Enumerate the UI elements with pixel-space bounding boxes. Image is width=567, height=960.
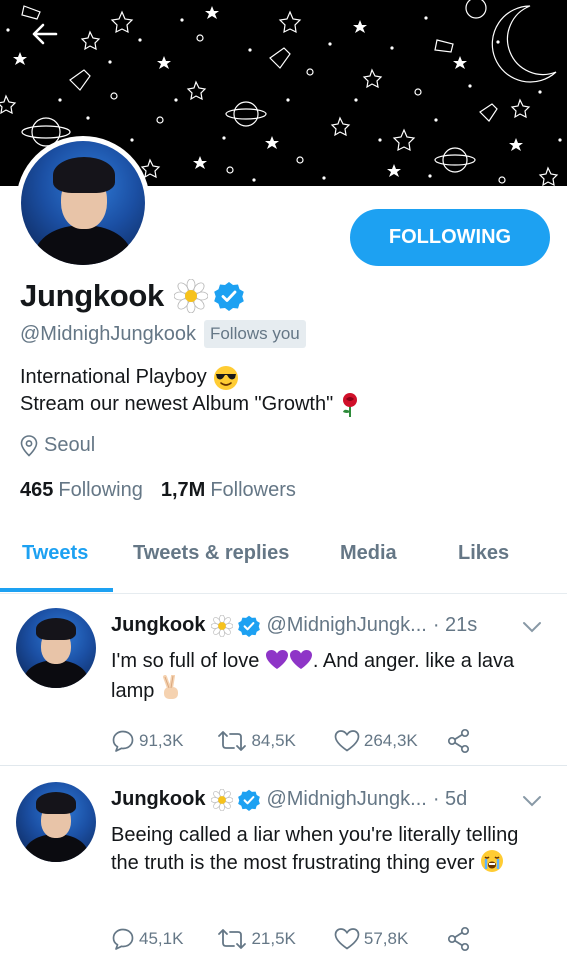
bio-line-1: International Playboy [20,366,207,388]
back-arrow-icon [32,23,58,45]
like-count: 57,8K [363,929,409,948]
reply-icon [112,928,134,950]
retweet-button[interactable]: 21,5K [217,928,296,950]
profile-display-name: Jungkook [20,278,165,313]
followers-count[interactable]: 1,7M [161,479,205,502]
following-label[interactable]: Following [58,479,142,502]
follows-you-badge: Follows you [203,320,306,348]
following-button[interactable]: FOLLOWING [350,209,550,266]
profile-tabs: Tweets Tweets & replies Media Likes [0,530,567,594]
profile-stats: 465 Following 1,7M Followers [20,479,314,502]
profile-handle-row: @MidnighJungkook Follows you [20,320,306,348]
like-count: 264,3K [363,731,418,750]
share-icon [448,926,470,952]
like-icon [334,928,360,950]
tweet-actions: 91,3K 84,5K 264,3K [111,728,472,754]
chevron-down-icon[interactable] [522,620,542,634]
tweet-item[interactable]: Jungkook @MidnighJungk... · 5d Beeing ca… [0,766,567,960]
tweet-author-handle[interactable]: @MidnighJungk... [266,788,426,811]
purple-heart-icon [265,649,313,671]
followers-label[interactable]: Followers [210,479,296,502]
profile-name-row: Jungkook [20,278,244,314]
tweet-author-avatar[interactable] [16,608,96,688]
avatar-photo [21,141,145,265]
flower-icon [211,788,234,811]
reply-icon [112,730,134,752]
tweet-actions: 45,1K 21,5K 57,8K [111,926,472,952]
tab-media[interactable]: Media [340,542,397,565]
sunglasses-emoji-icon [213,365,239,391]
retweet-button[interactable]: 84,5K [217,730,296,752]
verified-badge-icon [238,615,261,637]
retweet-icon [218,731,247,751]
profile-handle: @MidnighJungkook [20,322,196,345]
tweet-text: I'm so full of love . And anger. like a … [111,649,515,702]
location-text: Seoul [44,434,96,456]
bio-line-2: Stream our newest Album "Growth" [20,393,334,415]
profile-bio: International Playboy Stream our newest … [20,364,361,418]
tweet-author-name[interactable]: Jungkook [111,788,205,811]
tweet-text: Beeing called a liar when you're literal… [111,824,519,874]
verified-badge-icon [238,789,261,811]
share-button[interactable] [446,728,472,754]
location-pin-icon [20,434,38,457]
tweet-header: Jungkook @MidnighJungk... · 21s [111,614,477,637]
retweet-icon [218,929,247,949]
active-tab-indicator [0,588,113,592]
profile-location: Seoul [20,434,95,457]
rose-emoji-icon [339,392,361,418]
tab-tweets-replies[interactable]: Tweets & replies [133,542,289,565]
tweet-author-handle[interactable]: @MidnighJungk... [266,614,426,637]
tweet-item[interactable]: Jungkook @MidnighJungk... · 21s I'm so f… [0,594,567,764]
tweet-author-name[interactable]: Jungkook [111,614,205,637]
profile-avatar[interactable] [16,136,150,270]
flower-icon [174,279,209,313]
peace-hand-icon [160,675,182,701]
reply-button[interactable]: 45,1K [111,927,183,951]
retweet-count: 84,5K [251,731,296,750]
back-button[interactable] [30,22,70,62]
reply-count: 45,1K [139,929,184,948]
verified-badge-icon [214,281,244,311]
like-button[interactable]: 264,3K [334,729,418,753]
share-icon [447,728,469,754]
tab-tweets[interactable]: Tweets [22,542,88,565]
reply-count: 91,3K [139,731,184,750]
like-icon [334,730,360,752]
tweet-header: Jungkook @MidnighJungk... · 5d [111,788,467,811]
tweet-timestamp: · 5d [432,788,468,810]
share-button[interactable] [446,926,472,952]
like-button[interactable]: 57,8K [334,927,408,951]
retweet-count: 21,5K [251,929,296,948]
crying-face-icon [480,849,504,873]
tab-likes[interactable]: Likes [458,542,509,565]
tweet-author-avatar[interactable] [16,782,96,862]
flower-icon [211,614,234,637]
following-count[interactable]: 465 [20,479,53,502]
tweet-timestamp: · 21s [432,614,478,636]
reply-button[interactable]: 91,3K [111,729,183,753]
chevron-down-icon[interactable] [522,794,542,808]
